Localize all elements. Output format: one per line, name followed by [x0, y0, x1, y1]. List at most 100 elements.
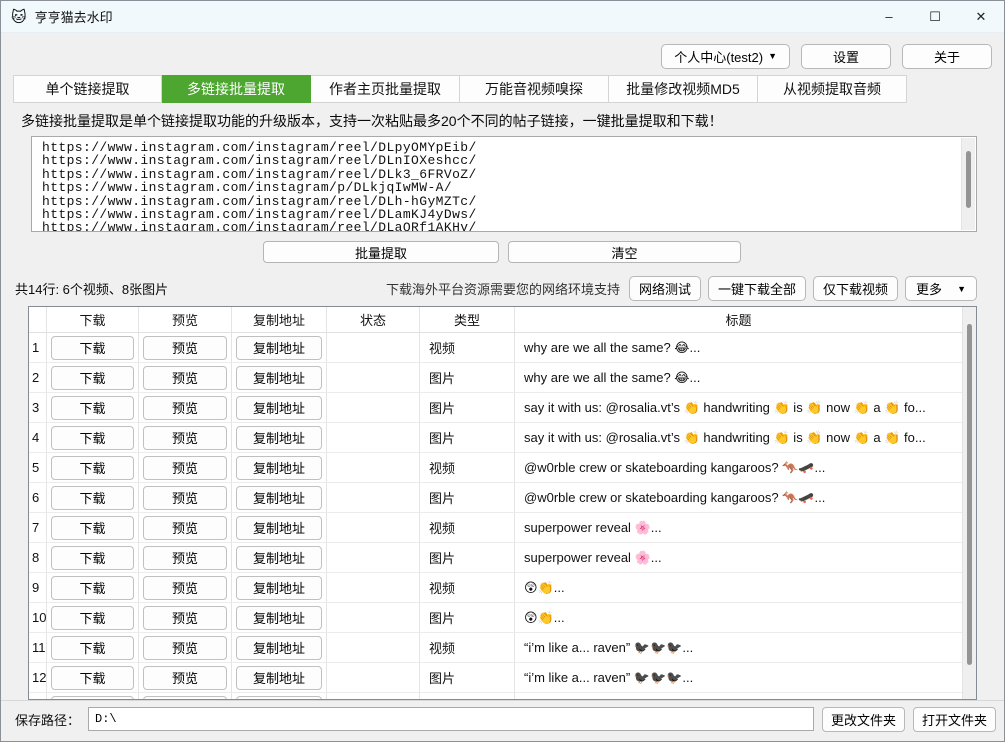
- preview-column-header: 预览: [139, 307, 232, 333]
- row-copy-button[interactable]: 复制地址: [236, 366, 322, 390]
- row-preview-button[interactable]: 预览: [143, 636, 227, 660]
- url-line: https://www.instagram.com/instagram/reel…: [42, 208, 956, 221]
- network-test-button[interactable]: 网络测试: [629, 276, 701, 301]
- row-status: [327, 363, 420, 393]
- table-row-partial: 下载 预览 复制地址: [29, 693, 962, 700]
- row-download-button[interactable]: 下载: [51, 366, 134, 390]
- save-path-label: 保存路径：: [15, 710, 80, 729]
- open-folder-button[interactable]: 打开文件夹: [913, 707, 996, 732]
- tab-single-link-extract[interactable]: 单个链接提取: [13, 75, 162, 103]
- row-status: [327, 423, 420, 453]
- table-row: 5 下载 预览 复制地址 视频 @w0rble crew or skateboa…: [29, 453, 962, 483]
- row-preview-button[interactable]: 预览: [143, 366, 227, 390]
- links-input[interactable]: https://www.instagram.com/instagram/reel…: [31, 136, 977, 232]
- row-preview-button[interactable]: 预览: [143, 336, 227, 360]
- row-download-button[interactable]: 下载: [51, 486, 134, 510]
- row-number: 2: [29, 363, 47, 393]
- row-title: [515, 693, 962, 700]
- footer-bar: 保存路径： 更改文件夹 打开文件夹: [1, 700, 1004, 741]
- row-title: superpower reveal 🌸...: [515, 513, 962, 543]
- row-type: 图片: [420, 603, 515, 633]
- table-row: 8 下载 预览 复制地址 图片 superpower reveal 🌸...: [29, 543, 962, 573]
- row-number: 1: [29, 333, 47, 363]
- table-row: 1 下载 预览 复制地址 视频 why are we all the same?…: [29, 333, 962, 363]
- row-number: [29, 693, 47, 700]
- row-copy-button[interactable]: 复制地址: [236, 336, 322, 360]
- url-line: https://www.instagram.com/instagram/p/DL…: [42, 181, 956, 194]
- minimize-button[interactable]: –: [866, 1, 912, 33]
- row-copy-button[interactable]: 复制地址: [236, 486, 322, 510]
- links-scrollbar[interactable]: [961, 138, 975, 230]
- maximize-button[interactable]: ☐: [912, 1, 958, 33]
- table-row: 2 下载 预览 复制地址 图片 why are we all the same?…: [29, 363, 962, 393]
- row-download-button[interactable]: 下载: [51, 456, 134, 480]
- row-type: [420, 693, 515, 700]
- table-scrollbar-thumb[interactable]: [967, 324, 972, 665]
- tab-bar: 单个链接提取 多链接批量提取 作者主页批量提取 万能音视频嗅探 批量修改视频MD…: [13, 75, 1004, 103]
- row-download-button[interactable]: 下载: [51, 606, 134, 630]
- row-title: why are we all the same? 😂...: [515, 333, 962, 363]
- row-download-button[interactable]: 下载: [51, 576, 134, 600]
- about-button[interactable]: 关于: [902, 44, 992, 69]
- row-copy-button[interactable]: 复制地址: [236, 456, 322, 480]
- account-menu-button[interactable]: 个人中心(test2) ▼: [661, 44, 790, 69]
- tab-universal-media-sniffer[interactable]: 万能音视频嗅探: [460, 75, 609, 103]
- row-preview-button[interactable]: 预览: [143, 396, 227, 420]
- row-copy-button[interactable]: 复制地址: [236, 666, 322, 690]
- more-button[interactable]: 更多 ▼: [905, 276, 977, 301]
- row-preview-button[interactable]: 预览: [143, 606, 227, 630]
- row-title: 😲👏...: [515, 603, 962, 633]
- row-copy-button[interactable]: 复制地址: [236, 576, 322, 600]
- row-title: @w0rble crew or skateboarding kangaroos?…: [515, 483, 962, 513]
- row-preview-button[interactable]: 预览: [143, 546, 227, 570]
- row-number: 9: [29, 573, 47, 603]
- row-type: 视频: [420, 513, 515, 543]
- title-bar: 🐱 亨亨猫去水印 – ☐ ✕: [1, 1, 1004, 33]
- row-download-button[interactable]: 下载: [51, 636, 134, 660]
- tab-multi-link-batch-extract[interactable]: 多链接批量提取: [162, 75, 311, 103]
- tab-author-homepage-batch-extract[interactable]: 作者主页批量提取: [311, 75, 460, 103]
- row-title: 😲👏...: [515, 573, 962, 603]
- row-preview-button[interactable]: 预览: [143, 456, 227, 480]
- row-download-button[interactable]: 下载: [51, 426, 134, 450]
- row-copy-button[interactable]: 复制地址: [236, 426, 322, 450]
- tab-batch-modify-video-md5[interactable]: 批量修改视频MD5: [609, 75, 758, 103]
- table-scrollbar[interactable]: [962, 307, 976, 699]
- change-folder-button[interactable]: 更改文件夹: [822, 707, 905, 732]
- row-preview-button[interactable]: 预览: [143, 516, 227, 540]
- links-scrollbar-thumb[interactable]: [966, 151, 971, 208]
- row-copy-button[interactable]: 复制地址: [236, 516, 322, 540]
- close-button[interactable]: ✕: [958, 1, 1004, 33]
- clear-button[interactable]: 清空: [508, 241, 741, 263]
- tab-extract-audio-from-video[interactable]: 从视频提取音频: [758, 75, 907, 103]
- row-download-button[interactable]: 下载: [51, 666, 134, 690]
- row-title: say it with us: @rosalia.vt’s 👏 handwrit…: [515, 423, 962, 453]
- url-line: https://www.instagram.com/instagram/reel…: [42, 168, 956, 181]
- download-videos-only-button[interactable]: 仅下载视频: [813, 276, 898, 301]
- row-download-button[interactable]: 下载: [51, 546, 134, 570]
- row-preview-button[interactable]: 预览: [143, 426, 227, 450]
- download-all-button[interactable]: 一键下载全部: [708, 276, 806, 301]
- network-hint: 下载海外平台资源需要您的网络环境支持: [386, 279, 620, 298]
- batch-extract-button[interactable]: 批量提取: [263, 241, 499, 263]
- row-download-button[interactable]: 下载: [51, 396, 134, 420]
- row-title: “i’m like a... raven” 🐦‍⬛🐦‍⬛🐦‍⬛...: [515, 633, 962, 663]
- row-copy-button[interactable]: 复制地址: [236, 636, 322, 660]
- row-type: 图片: [420, 543, 515, 573]
- row-preview-button[interactable]: 预览: [143, 486, 227, 510]
- row-number: 11: [29, 633, 47, 663]
- row-copy-button[interactable]: 复制地址: [236, 606, 322, 630]
- caret-down-icon: ▼: [768, 51, 777, 61]
- row-preview-button[interactable]: 预览: [143, 666, 227, 690]
- table-row: 3 下载 预览 复制地址 图片 say it with us: @rosalia…: [29, 393, 962, 423]
- row-copy-button[interactable]: 复制地址: [236, 546, 322, 570]
- save-path-input[interactable]: [88, 707, 814, 731]
- row-title: “i’m like a... raven” 🐦‍⬛🐦‍⬛🐦‍⬛...: [515, 663, 962, 693]
- row-preview-button[interactable]: 预览: [143, 576, 227, 600]
- settings-button[interactable]: 设置: [801, 44, 891, 69]
- results-table: 下载 预览 复制地址 状态 类型 标题 1 下载 预览 复制地址 视频 why …: [28, 306, 977, 700]
- row-status: [327, 633, 420, 663]
- row-copy-button[interactable]: 复制地址: [236, 396, 322, 420]
- row-download-button[interactable]: 下载: [51, 336, 134, 360]
- row-download-button[interactable]: 下载: [51, 516, 134, 540]
